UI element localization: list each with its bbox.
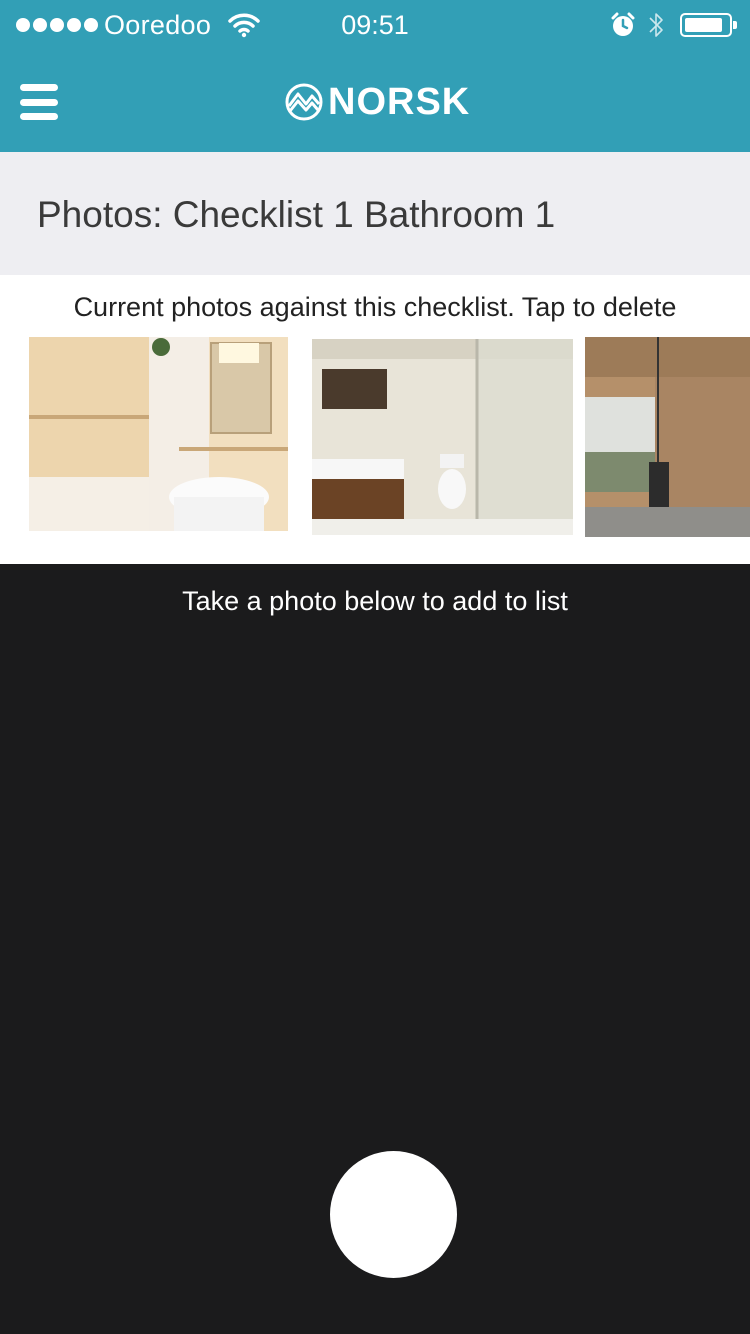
shutter-button[interactable] — [330, 1151, 457, 1278]
page-title: Photos: Checklist 1 Bathroom 1 — [37, 194, 556, 235]
camera-caption: Take a photo below to add to list — [182, 586, 568, 616]
clock: 09:51 — [341, 10, 409, 40]
norsk-logo-icon — [285, 83, 323, 121]
photo-thumbnail-2[interactable] — [312, 339, 573, 535]
logo-text: NORSK — [328, 80, 471, 123]
photos-caption: Current photos against this checklist. T… — [73, 292, 677, 322]
norsk-logo: NORSK — [284, 80, 471, 123]
bluetooth-icon — [649, 13, 663, 37]
alarm-icon — [611, 12, 635, 36]
battery-icon — [680, 13, 737, 37]
photo-thumbnail-1[interactable] — [29, 337, 288, 531]
status-bar: Ooredoo 09:51 — [0, 0, 750, 52]
battery-fill — [685, 18, 722, 32]
hamburger-menu-icon[interactable] — [20, 84, 58, 120]
photo-thumbnail-3[interactable] — [585, 337, 750, 537]
app-header: Ooredoo 09:51 NORSK — [0, 0, 750, 152]
